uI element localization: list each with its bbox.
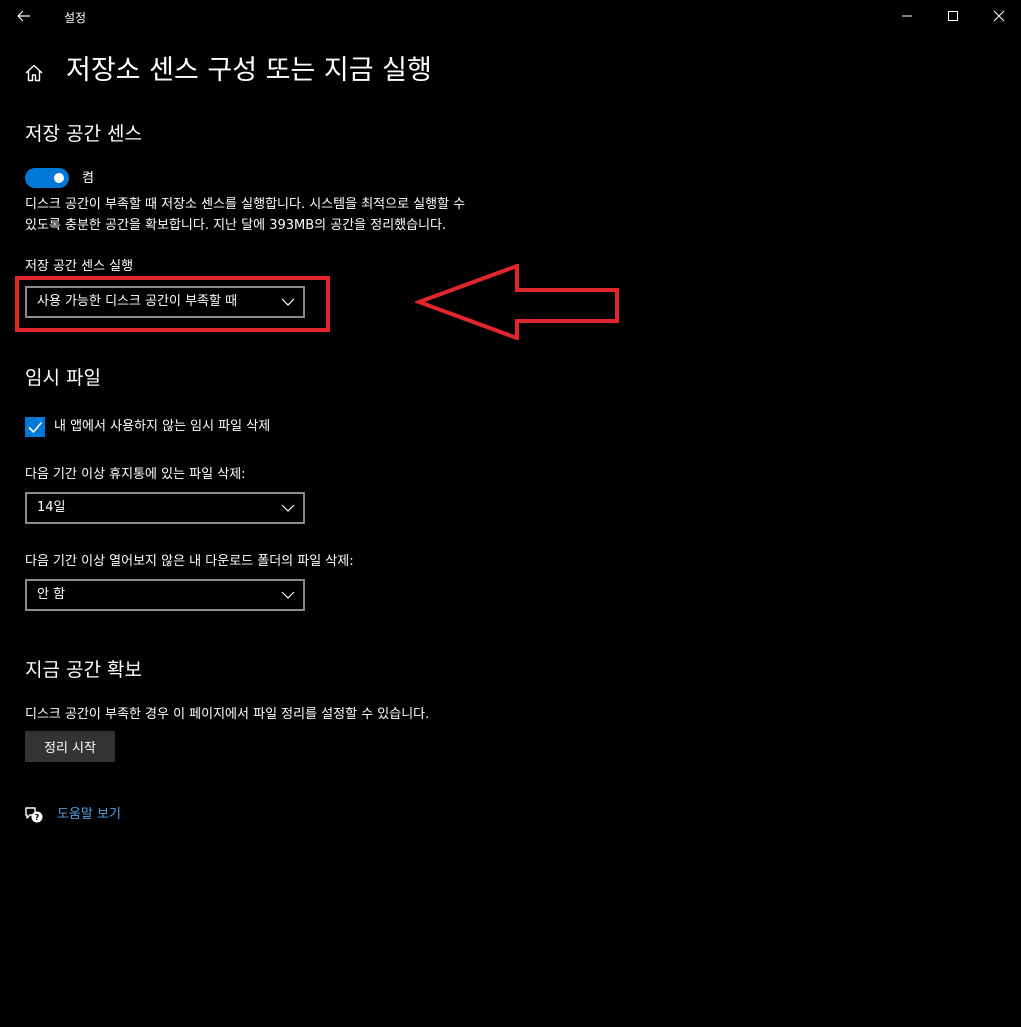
svg-text:?: ?	[35, 813, 40, 822]
close-icon	[993, 10, 1005, 22]
back-arrow-icon	[17, 10, 30, 22]
toggle-knob	[54, 173, 64, 183]
maximize-button[interactable]	[930, 0, 976, 32]
annotation-highlight-box	[15, 276, 330, 332]
recycle-bin-dropdown[interactable]: 14일	[25, 492, 305, 524]
downloads-dropdown[interactable]: 안 함	[25, 579, 305, 611]
minimize-icon	[902, 15, 912, 17]
minimize-button[interactable]	[884, 0, 930, 32]
start-cleanup-button[interactable]: 정리 시작	[25, 731, 115, 762]
home-icon[interactable]	[24, 63, 44, 83]
storage-sense-toggle[interactable]	[25, 168, 69, 188]
temp-files-heading: 임시 파일	[25, 367, 101, 389]
chevron-down-icon	[281, 591, 295, 599]
annotation-arrow-icon	[415, 264, 619, 340]
title-bar: 설정	[0, 0, 1021, 33]
delete-temp-files-checkbox[interactable]	[25, 417, 45, 437]
delete-temp-files-label: 내 앱에서 사용하지 않는 임시 파일 삭제	[54, 419, 271, 434]
free-space-description: 디스크 공간이 부족한 경우 이 페이지에서 파일 정리를 설정할 수 있습니다…	[25, 707, 430, 722]
downloads-label: 다음 기간 이상 열어보지 않은 내 다운로드 폴더의 파일 삭제:	[25, 554, 354, 569]
maximize-icon	[948, 11, 958, 21]
checkmark-icon	[28, 421, 43, 434]
chevron-down-icon	[281, 504, 295, 512]
recycle-bin-label: 다음 기간 이상 휴지통에 있는 파일 삭제:	[25, 467, 246, 482]
run-storage-sense-label: 저장 공간 센스 실행	[25, 259, 134, 274]
back-button[interactable]	[8, 2, 40, 30]
help-chat-icon: ?	[25, 807, 43, 823]
get-help-link[interactable]: 도움말 보기	[57, 806, 121, 824]
free-space-heading: 지금 공간 확보	[25, 659, 142, 681]
storage-sense-description: 디스크 공간이 부족할 때 저장소 센스를 실행합니다. 시스템을 최적으로 실…	[25, 197, 466, 233]
page-title: 저장소 센스 구성 또는 지금 실행	[66, 55, 432, 86]
storage-sense-heading: 저장 공간 센스	[25, 123, 142, 145]
dropdown-selected-value: 안 함	[37, 587, 66, 602]
dropdown-selected-value: 14일	[37, 500, 66, 515]
toggle-state-label: 켬	[82, 171, 94, 186]
window-title: 설정	[64, 11, 87, 25]
close-button[interactable]	[976, 0, 1021, 32]
